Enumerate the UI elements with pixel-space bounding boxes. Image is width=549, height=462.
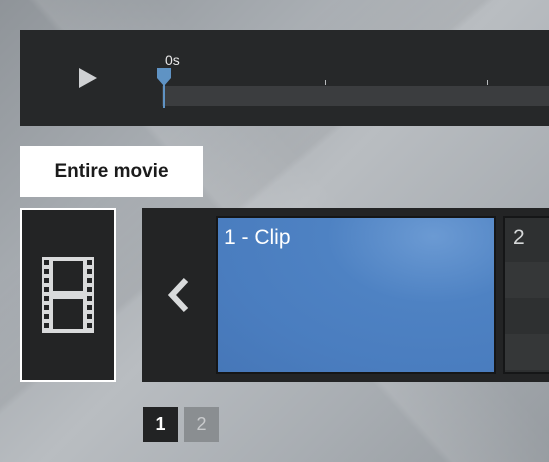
- play-button[interactable]: [76, 66, 100, 90]
- clip-label: 1 - Clip: [224, 226, 291, 249]
- pagination: 1 2: [143, 407, 219, 442]
- timeline-track[interactable]: [162, 86, 549, 106]
- timeline-tick: [487, 80, 488, 85]
- entire-movie-button[interactable]: Entire movie: [20, 146, 203, 197]
- clip-thumbnail-stripe: [505, 262, 549, 298]
- chevron-left-icon: [167, 277, 189, 313]
- timeline-tick: [325, 80, 326, 85]
- playhead[interactable]: [156, 66, 172, 108]
- clip-thumbnail-1[interactable]: 1 - Clip: [216, 216, 496, 374]
- clip-thumbnail-2[interactable]: 2: [503, 216, 549, 374]
- film-strip-icon: [42, 257, 94, 333]
- timeline-panel: 0s: [20, 30, 549, 126]
- page-button-1[interactable]: 1: [143, 407, 178, 442]
- playhead-marker-icon: [157, 68, 171, 108]
- prev-clips-button[interactable]: [164, 276, 194, 314]
- entire-movie-tile[interactable]: [20, 208, 116, 382]
- play-icon: [79, 68, 97, 88]
- page-button-2[interactable]: 2: [184, 407, 219, 442]
- clips-strip: 1 - Clip 2: [142, 208, 549, 382]
- clip-thumbnail-stripe: [505, 334, 549, 370]
- clip-label: 2: [513, 226, 525, 249]
